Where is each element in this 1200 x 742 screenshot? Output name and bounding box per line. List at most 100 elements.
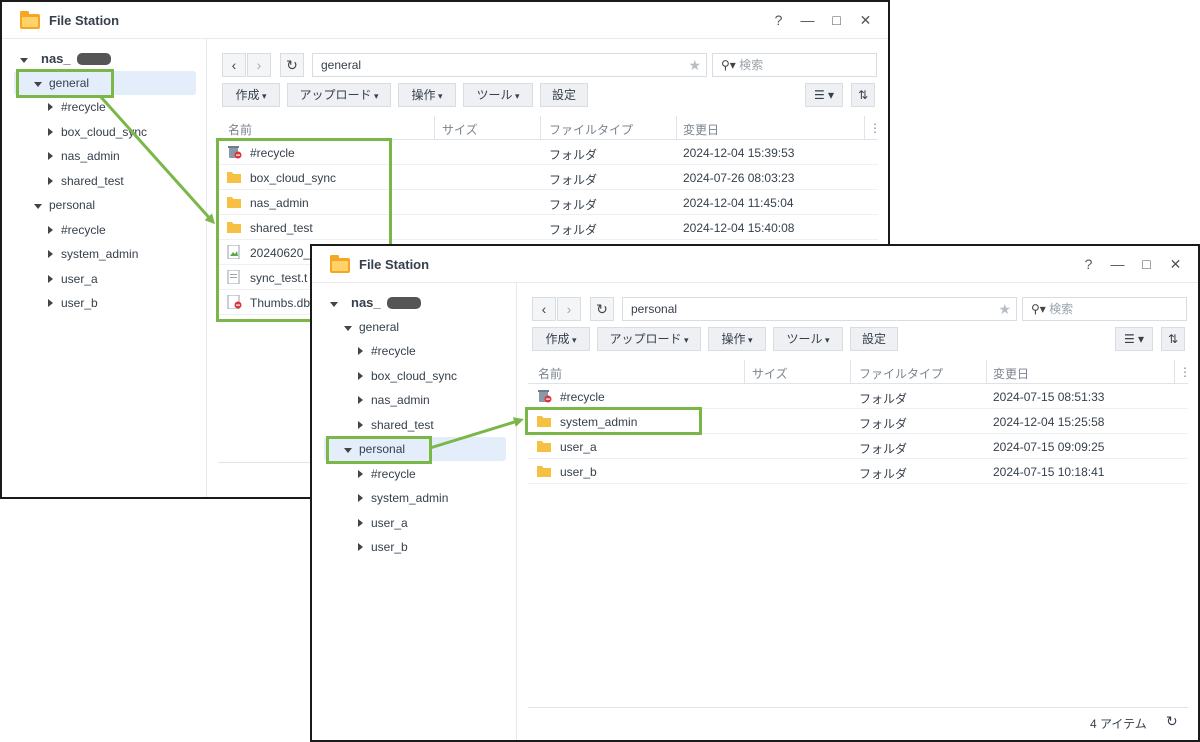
tree-item-user-a[interactable]: user_a	[48, 267, 98, 291]
column-type[interactable]: ファイルタイプ	[859, 365, 943, 382]
file-name: #recycle	[250, 146, 295, 160]
column-date[interactable]: 変更日	[993, 365, 1029, 382]
search-input[interactable]: ⚲▾ 検索	[1022, 297, 1187, 321]
upload-button[interactable]: アップロード	[287, 83, 391, 107]
upload-button[interactable]: アップロード	[597, 327, 701, 351]
sort-icon[interactable]: ⇅	[1161, 327, 1185, 351]
column-date[interactable]: 変更日	[683, 121, 719, 138]
file-type: フォルダ	[859, 417, 908, 431]
tree-item-label: personal	[359, 442, 406, 456]
file-station-app-icon	[20, 11, 40, 29]
column-name[interactable]: 名前	[538, 365, 562, 382]
caret-right-icon	[48, 125, 61, 139]
tree-item-label: #recycle	[61, 100, 106, 114]
settings-button[interactable]: 設定	[540, 83, 588, 107]
file-date: 2024-07-15 08:51:33	[993, 390, 1105, 404]
caret-right-icon	[48, 100, 61, 114]
refresh-button[interactable]: ↻	[590, 297, 614, 321]
tree-root-label: nas_	[41, 51, 71, 66]
file-date: 2024-12-04 15:25:58	[993, 415, 1105, 429]
create-button[interactable]: 作成	[532, 327, 590, 351]
tree-item-recycle[interactable]: #recycle	[358, 462, 416, 486]
refresh-button[interactable]: ↻	[280, 53, 304, 77]
tree-item-recycle[interactable]: #recycle	[358, 339, 416, 363]
help-icon[interactable]: ?	[764, 11, 793, 29]
file-type: フォルダ	[859, 442, 908, 456]
close-icon[interactable]: ✕	[1161, 255, 1190, 273]
maximize-icon[interactable]: □	[822, 11, 851, 29]
tree-item-user-a[interactable]: user_a	[358, 511, 408, 535]
back-button[interactable]: ‹	[222, 53, 246, 77]
tree-item-personal[interactable]: personal	[34, 193, 95, 217]
column-options-icon[interactable]: ⋮	[1179, 365, 1191, 379]
tree-item-shared-test[interactable]: shared_test	[358, 413, 434, 437]
tree-item-recycle[interactable]: #recycle	[48, 95, 106, 119]
table-row[interactable]: #recycle フォルダ 2024-12-04 15:39:53	[218, 140, 878, 165]
tree-root-nas[interactable]: nas_	[330, 295, 421, 310]
file-name: shared_test	[250, 221, 313, 235]
sort-icon[interactable]: ⇅	[851, 83, 875, 107]
back-button[interactable]: ‹	[532, 297, 556, 321]
tools-button[interactable]: ツール	[463, 83, 533, 107]
tree-item-recycle[interactable]: #recycle	[48, 218, 106, 242]
button-label: ツール	[476, 88, 519, 102]
path-field[interactable]: personal ★	[622, 297, 1017, 321]
table-row[interactable]: system_admin フォルダ 2024-12-04 15:25:58	[528, 409, 1188, 434]
table-row[interactable]: shared_test フォルダ 2024-12-04 15:40:08	[218, 215, 878, 240]
settings-button[interactable]: 設定	[850, 327, 898, 351]
maximize-icon[interactable]: □	[1132, 255, 1161, 273]
minimize-icon[interactable]: —	[793, 11, 822, 29]
path-field[interactable]: general ★	[312, 53, 707, 77]
caret-right-icon	[358, 467, 371, 481]
view-mode-button[interactable]: ☰ ▾	[1115, 327, 1153, 351]
star-icon[interactable]: ★	[688, 54, 701, 76]
tree-item-label: user_b	[61, 296, 98, 310]
tree-item-shared-test[interactable]: shared_test	[48, 169, 124, 193]
search-input[interactable]: ⚲▾ 検索	[712, 53, 877, 77]
table-row[interactable]: user_b フォルダ 2024-07-15 10:18:41	[528, 459, 1188, 484]
folder-tree: nas_ general #recycle box_cloud_sync nas…	[2, 39, 207, 497]
column-options-icon[interactable]: ⋮	[869, 121, 881, 135]
star-icon[interactable]: ★	[998, 298, 1011, 320]
tree-item-system-admin[interactable]: system_admin	[358, 486, 448, 510]
file-type: フォルダ	[549, 148, 598, 162]
action-button[interactable]: 操作	[398, 83, 456, 107]
minimize-icon[interactable]: —	[1103, 255, 1132, 273]
table-row[interactable]: box_cloud_sync フォルダ 2024-07-26 08:03:23	[218, 165, 878, 190]
create-button[interactable]: 作成	[222, 83, 280, 107]
path-text: general	[321, 58, 362, 72]
tree-item-system-admin[interactable]: system_admin	[48, 242, 138, 266]
button-label: 設定	[861, 332, 886, 346]
table-row[interactable]: nas_admin フォルダ 2024-12-04 11:45:04	[218, 190, 878, 215]
tree-item-label: #recycle	[371, 344, 416, 358]
tree-item-box-cloud-sync[interactable]: box_cloud_sync	[358, 364, 457, 388]
column-type[interactable]: ファイルタイプ	[549, 121, 633, 138]
column-size[interactable]: サイズ	[442, 121, 478, 138]
tree-item-user-b[interactable]: user_b	[48, 291, 98, 315]
tree-root-nas[interactable]: nas_	[20, 51, 111, 66]
tree-item-label: general	[359, 320, 400, 334]
column-size[interactable]: サイズ	[752, 365, 788, 382]
forward-button[interactable]: ›	[247, 53, 271, 77]
refresh-icon[interactable]: ↻	[1166, 713, 1178, 730]
forward-button[interactable]: ›	[557, 297, 581, 321]
tree-item-nas-admin[interactable]: nas_admin	[358, 388, 430, 412]
file-name: user_a	[560, 440, 597, 454]
table-row[interactable]: user_a フォルダ 2024-07-15 09:09:25	[528, 434, 1188, 459]
tree-item-personal[interactable]: personal	[324, 437, 506, 461]
file-type: フォルダ	[549, 223, 598, 237]
tree-item-user-b[interactable]: user_b	[358, 535, 408, 559]
action-button[interactable]: 操作	[708, 327, 766, 351]
tree-root-label: nas_	[351, 295, 381, 310]
help-icon[interactable]: ?	[1074, 255, 1103, 273]
view-mode-button[interactable]: ☰ ▾	[805, 83, 843, 107]
tools-button[interactable]: ツール	[773, 327, 843, 351]
close-icon[interactable]: ✕	[851, 11, 880, 29]
tree-item-general[interactable]: general	[344, 315, 399, 339]
table-row[interactable]: #recycle フォルダ 2024-07-15 08:51:33	[528, 384, 1188, 409]
column-name[interactable]: 名前	[228, 121, 252, 138]
tree-item-general[interactable]: general	[14, 71, 196, 95]
tree-item-box-cloud-sync[interactable]: box_cloud_sync	[48, 120, 147, 144]
tree-item-nas-admin[interactable]: nas_admin	[48, 144, 120, 168]
file-date: 2024-07-15 09:09:25	[993, 440, 1105, 454]
